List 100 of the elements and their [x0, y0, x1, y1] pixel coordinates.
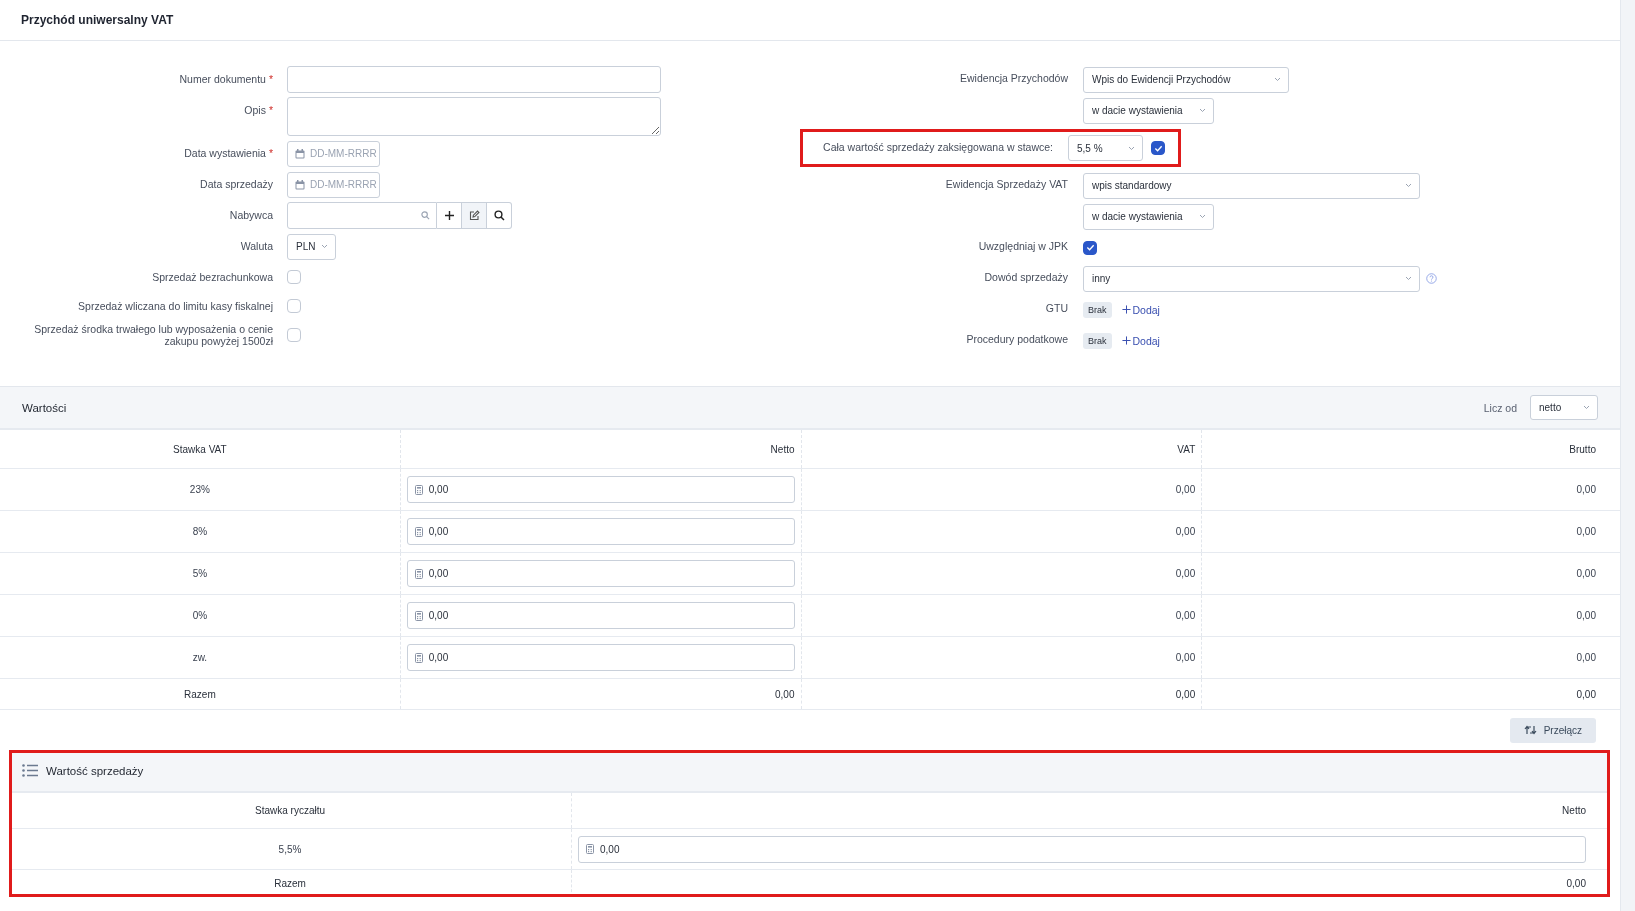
text-area[interactable]	[287, 97, 661, 136]
dropdown[interactable]: w dacie wystawienia	[1083, 203, 1214, 230]
table-cell: 5%	[0, 553, 401, 594]
rate-select[interactable]: 5,5 %	[1068, 135, 1143, 161]
add-button[interactable]	[437, 202, 462, 229]
status-badge: Brak	[1083, 332, 1112, 349]
table-cell: Razem	[9, 870, 572, 897]
add-link[interactable]: Dodaj	[1121, 334, 1160, 347]
dropdown[interactable]: Wpis do Ewidencji Przychodów	[1083, 66, 1289, 93]
page-title: Przychód uniwersalny VAT	[21, 13, 174, 27]
field-label: Cała wartość sprzedaży zaksięgowana w stawce:	[823, 141, 1053, 153]
dropdown[interactable]: wpis standardowy	[1083, 172, 1420, 199]
checkbox[interactable]	[1083, 240, 1097, 255]
dropdown[interactable]: inny	[1083, 265, 1420, 292]
amount-field[interactable]: 0,00	[406, 602, 795, 629]
search-icon	[421, 211, 430, 220]
table-cell-text: 0,00	[1575, 687, 1597, 702]
table-cell: 5,5%	[9, 829, 572, 869]
chevron-down-icon	[1199, 214, 1206, 219]
check-icon	[1085, 243, 1095, 252]
field-label: Dowód sprzedaży	[984, 271, 1068, 283]
edit-icon	[468, 210, 480, 221]
field-label: Opis	[244, 104, 266, 116]
edit-button[interactable]	[462, 202, 487, 229]
table-cell-text: 0,00	[1575, 651, 1597, 665]
field-label: Sprzedaż wliczana do limitu kasy fiskalnej	[78, 299, 273, 312]
chevron-down-icon	[1128, 145, 1135, 151]
table-cell-text: 0,00	[1575, 567, 1597, 581]
required-mark: *	[268, 147, 273, 159]
search-field[interactable]	[287, 202, 437, 229]
column-header: VAT	[801, 430, 1203, 468]
search-icon	[493, 210, 505, 221]
section-title: Wartości	[22, 401, 67, 414]
calculator-icon	[414, 610, 423, 621]
chevron-down-icon	[1405, 276, 1412, 281]
field-label: Uwzględniaj w JPK	[978, 240, 1068, 252]
table-cell: zw.	[0, 637, 401, 678]
amount-field[interactable]: 0,00	[578, 835, 1586, 863]
amount-field[interactable]: 0,00	[406, 518, 795, 545]
field-label: Sprzedaż środka trwałego lub wyposażenia o cenie zakupu powyżej 1500zł	[34, 322, 273, 347]
swap-icon	[1523, 725, 1537, 735]
plus-icon	[1121, 305, 1131, 314]
checkbox[interactable]	[1151, 141, 1165, 155]
calendar-icon	[295, 148, 305, 159]
table-cell: Razem	[0, 679, 401, 709]
column-header: Netto	[1561, 804, 1587, 818]
field-label: Sprzedaż bezrachunkowa	[152, 270, 273, 283]
add-link[interactable]: Dodaj	[1121, 303, 1160, 316]
plus-icon	[443, 210, 455, 221]
calculator-icon	[414, 526, 423, 537]
required-mark: *	[268, 73, 273, 85]
help-icon[interactable]	[1426, 273, 1437, 284]
field-label: Data sprzedaży	[200, 178, 273, 190]
required-mark: *	[268, 104, 273, 116]
table-cell: 0%	[0, 595, 401, 636]
table-cell: 0,00	[801, 637, 1203, 678]
dropdown[interactable]: w dacie wystawienia	[1083, 97, 1214, 124]
table-cell-text: 0,00	[1575, 609, 1597, 623]
table-cell: 0,00	[400, 679, 802, 709]
check-icon	[1153, 143, 1163, 153]
column-header: Netto	[400, 430, 802, 468]
plus-icon	[1121, 336, 1131, 345]
amount-field[interactable]: 0,00	[406, 644, 795, 671]
calculator-icon	[414, 652, 423, 663]
calendar-icon	[295, 179, 305, 190]
switch-button[interactable]: Przełącz	[1509, 717, 1596, 743]
table-cell-text: 0,00	[1575, 483, 1597, 497]
chevron-down-icon	[1583, 405, 1590, 410]
field-label: Data wystawienia	[184, 147, 266, 159]
status-badge: Brak	[1083, 301, 1112, 318]
table-cell: 0,00	[801, 469, 1203, 510]
table-cell: 0,00	[801, 553, 1203, 594]
field-label: Numer dokumentu	[179, 73, 266, 85]
column-header: Stawka ryczałtu	[9, 793, 572, 828]
calculator-icon	[414, 484, 423, 495]
table-cell-text: 0,00	[1565, 877, 1587, 891]
amount-field[interactable]: 0,00	[406, 476, 795, 503]
column-header: Stawka VAT	[0, 430, 401, 468]
calculator-icon	[414, 568, 423, 579]
amount-field[interactable]: 0,00	[406, 560, 795, 587]
chevron-down-icon	[1199, 108, 1206, 113]
input-field[interactable]	[287, 66, 661, 93]
field-label: Nabywca	[229, 209, 273, 221]
field-label: Ewidencja Sprzedaży VAT	[945, 178, 1068, 190]
currency-select[interactable]: PLN	[287, 233, 336, 260]
calc-select[interactable]: netto	[1530, 395, 1598, 420]
field-label: Licz od	[1483, 401, 1517, 414]
list-icon	[22, 764, 38, 777]
field-label: GTU	[1045, 302, 1068, 314]
table-cell: 0,00	[801, 595, 1203, 636]
column-header: Brutto	[1568, 442, 1597, 457]
calculator-icon	[586, 844, 594, 854]
field-label: Procedury podatkowe	[966, 333, 1068, 345]
search-button[interactable]	[487, 202, 512, 229]
table-cell: 8%	[0, 511, 401, 552]
table-cell-text: 0,00	[1575, 525, 1597, 539]
field-label: Ewidencja Przychodów	[960, 72, 1068, 84]
field-label: Waluta	[240, 240, 273, 252]
table-cell: 0,00	[801, 511, 1203, 552]
chevron-down-icon	[1274, 77, 1281, 82]
